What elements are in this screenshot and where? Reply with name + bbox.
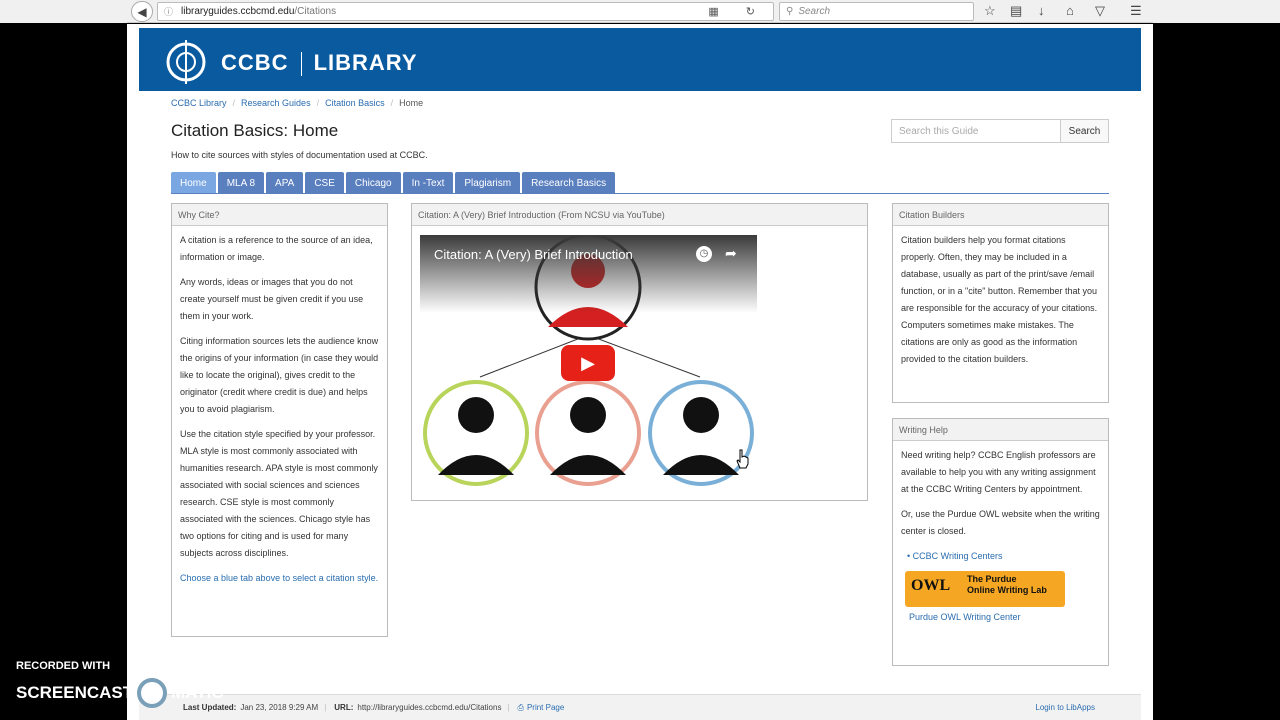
breadcrumb-research-guides[interactable]: Research Guides — [241, 98, 311, 108]
url-path: /Citations — [294, 6, 337, 17]
owl-logo-subtitle: The Purdue Online Writing Lab — [967, 574, 1047, 595]
breadcrumb-separator: / — [316, 98, 320, 108]
footer-updated-value: Jan 23, 2018 9:29 AM — [240, 703, 319, 712]
tab-in-text[interactable]: In -Text — [402, 172, 454, 194]
citation-builders-heading: Citation Builders — [893, 204, 1108, 226]
citation-builders-box: Citation Builders Citation builders help… — [892, 203, 1109, 403]
bullet-icon: • — [907, 551, 911, 561]
guide-search-input[interactable] — [891, 119, 1061, 143]
tab-apa[interactable]: APA — [266, 172, 304, 194]
why-cite-paragraph-3: Citing information sources lets the audi… — [180, 336, 379, 414]
footer-divider: | — [507, 703, 510, 712]
back-button[interactable]: ◀ — [131, 1, 153, 22]
browser-search-input[interactable]: ⚲ Search — [779, 2, 974, 21]
guide-search: Search — [891, 119, 1109, 143]
screencast-watermark: RECORDED WITH SCREENCAST MATIC — [16, 660, 224, 708]
clock-icon[interactable]: ◷ — [696, 246, 712, 262]
address-bar[interactable]: ⓘ libraryguides.ccbcmd.edu/Citations ▦ ↻ — [157, 2, 774, 21]
list-item: • CCBC Writing Centers — [907, 548, 1100, 565]
print-icon[interactable]: ⎙ — [518, 703, 524, 713]
breadcrumb-current: Home — [399, 98, 424, 108]
watermark-matic: MATIC — [171, 683, 224, 702]
screencast-globe-icon — [137, 678, 168, 708]
tab-mla-8[interactable]: MLA 8 — [217, 172, 265, 194]
watermark-line-1: RECORDED WITH — [16, 660, 111, 672]
hand-cursor-icon — [736, 449, 749, 469]
arrow-left-icon: ◀ — [137, 4, 147, 19]
watermark-line-2: SCREENCAST MATIC — [16, 678, 224, 708]
bookmark-star-icon[interactable]: ☆ — [984, 3, 996, 19]
breadcrumb: CCBC Library / Research Guides / Citation Ba… — [171, 98, 423, 108]
brand-divider — [300, 52, 302, 77]
video-box: Citation: A (Very) Brief Introduction (F… — [411, 203, 868, 501]
why-cite-choose-tab-link[interactable]: Choose a blue tab above to select a cita… — [180, 570, 379, 587]
screen: ◀ ⓘ libraryguides.ccbcmd.edu/Citations ▦… — [0, 0, 1280, 720]
breadcrumb-citation-basics[interactable]: Citation Basics — [325, 98, 385, 108]
writing-help-box: Writing Help Need writing help? CCBC Eng… — [892, 418, 1109, 666]
tab-home[interactable]: Home — [171, 172, 216, 194]
footer-divider: | — [324, 703, 327, 712]
search-icon: ⚲ — [786, 6, 794, 17]
ccbc-writing-centers-link[interactable]: CCBC Writing Centers — [913, 551, 1003, 561]
tab-cse[interactable]: CSE — [305, 172, 344, 194]
guide-tabs: Home MLA 8 APA CSE Chicago In -Text Plag… — [171, 172, 616, 194]
why-cite-paragraph-2: Any words, ideas or images that you do n… — [180, 277, 364, 321]
video-heading: Citation: A (Very) Brief Introduction (F… — [412, 204, 867, 226]
brand-left: CCBC — [221, 50, 289, 75]
writing-links: • CCBC Writing Centers — [907, 548, 1100, 565]
play-icon: ▶ — [581, 352, 595, 373]
guide-search-button[interactable]: Search — [1060, 119, 1109, 143]
tab-chicago[interactable]: Chicago — [345, 172, 401, 194]
breadcrumb-ccbc-library[interactable]: CCBC Library — [171, 98, 227, 108]
web-page: CCBC LIBRARY CCBC Library / Research Guides… — [127, 24, 1153, 720]
why-cite-paragraph-4: Use the citation style specified by your… — [180, 429, 378, 558]
page-subtitle: How to cite sources with styles of docum… — [171, 150, 428, 160]
footer-url-label: URL: — [334, 703, 354, 712]
youtube-video-player[interactable]: Citation: A (Very) Brief Introduction ◷ … — [420, 235, 757, 491]
why-cite-box: Why Cite? A citation is a reference to t… — [171, 203, 388, 637]
purdue-owl-link[interactable]: Purdue OWL Writing Center — [909, 609, 1100, 626]
site-logo[interactable]: CCBC LIBRARY — [221, 50, 418, 77]
owl-logo-word: OWL — [911, 577, 951, 594]
watermark-screencast: SCREENCAST — [16, 683, 134, 702]
writing-help-paragraph-2: Or, use the Purdue OWL website when the … — [901, 509, 1100, 536]
video-title[interactable]: Citation: A (Very) Brief Introduction — [434, 247, 633, 262]
ccbc-logo-icon[interactable] — [164, 40, 208, 84]
page-footer: Last Updated: Jan 23, 2018 9:29 AM | URL… — [139, 694, 1141, 720]
reload-icon[interactable]: ▦ ↻ — [708, 5, 767, 18]
site-banner: CCBC LIBRARY — [139, 28, 1141, 91]
play-button[interactable]: ▶ — [561, 345, 615, 381]
tab-plagiarism[interactable]: Plagiarism — [455, 172, 521, 194]
browser-search-placeholder: Search — [798, 6, 831, 17]
browser-chrome-right — [1153, 0, 1280, 23]
writing-help-paragraph-1: Need writing help? CCBC English professo… — [901, 450, 1096, 494]
breadcrumb-separator: / — [390, 98, 394, 108]
brand-right: LIBRARY — [313, 50, 418, 75]
menu-icon[interactable]: ☰ — [1130, 3, 1142, 19]
share-icon[interactable]: ➦ — [725, 245, 737, 262]
home-icon[interactable]: ⌂ — [1066, 3, 1074, 18]
info-icon: ⓘ — [164, 7, 174, 17]
reading-list-icon[interactable]: ▤ — [1010, 3, 1022, 19]
download-icon[interactable]: ↓ — [1038, 3, 1045, 18]
citation-builders-text: Citation builders help you format citati… — [901, 235, 1098, 364]
why-cite-heading: Why Cite? — [172, 204, 387, 226]
why-cite-paragraph-1: A citation is a reference to the source … — [180, 235, 373, 262]
print-page-link[interactable]: Print Page — [527, 703, 564, 712]
tab-underline — [171, 193, 1109, 194]
footer-url-value: http://libraryguides.ccbcmd.edu/Citation… — [357, 703, 502, 712]
browser-chrome-left — [0, 0, 127, 23]
url-host: libraryguides.ccbcmd.edu — [181, 6, 295, 17]
pocket-icon[interactable]: ▽ — [1095, 3, 1105, 19]
purdue-owl-logo[interactable]: OWL The Purdue Online Writing Lab — [905, 571, 1065, 607]
page-title: Citation Basics: Home — [171, 121, 339, 140]
writing-help-heading: Writing Help — [893, 419, 1108, 441]
login-libapps-link[interactable]: Login to LibApps — [1035, 703, 1095, 712]
breadcrumb-separator: / — [232, 98, 236, 108]
tab-research-basics[interactable]: Research Basics — [522, 172, 616, 194]
